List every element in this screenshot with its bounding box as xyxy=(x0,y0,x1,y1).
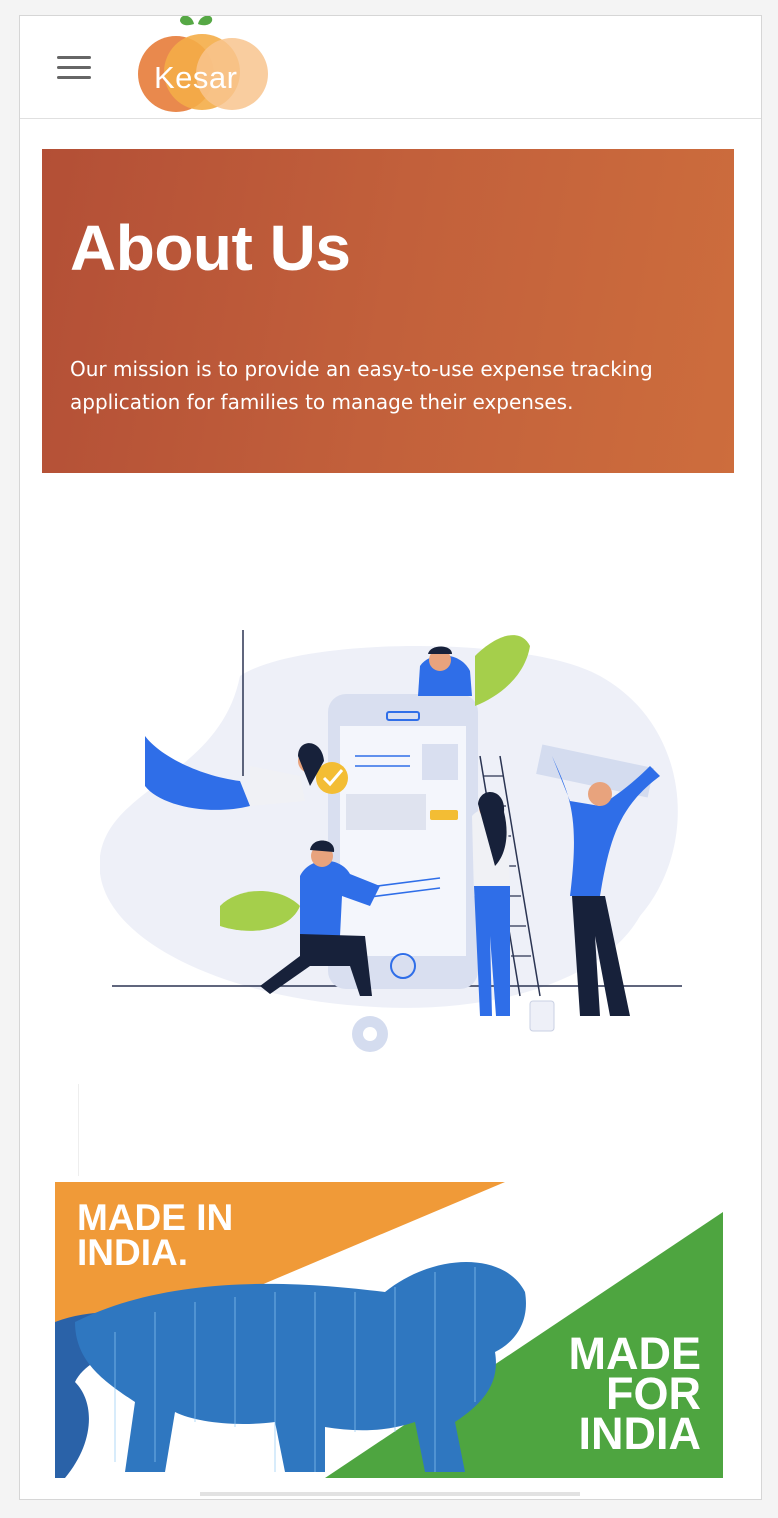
page-frame: Kesar About Us Our mission is to provide… xyxy=(19,15,762,1500)
footer-fragment xyxy=(200,1492,580,1496)
page-title: About Us xyxy=(70,212,351,284)
about-hero-section: About Us Our mission is to provide an ea… xyxy=(42,149,734,473)
made-for-india-text: MADE FOR INDIA xyxy=(568,1328,702,1459)
top-navbar: Kesar xyxy=(20,16,761,119)
made-in-india-text: MADE IN INDIA. xyxy=(77,1197,234,1273)
divider-line xyxy=(78,1084,79,1176)
logo-text: Kesar xyxy=(154,60,238,95)
made-in-india-banner: MADE IN INDIA. MADE FOR INDIA xyxy=(55,1182,723,1478)
mission-text: Our mission is to provide an easy-to-use… xyxy=(70,357,653,414)
hamburger-menu-icon[interactable] xyxy=(57,56,91,80)
team-building-app-illustration xyxy=(100,630,682,1052)
